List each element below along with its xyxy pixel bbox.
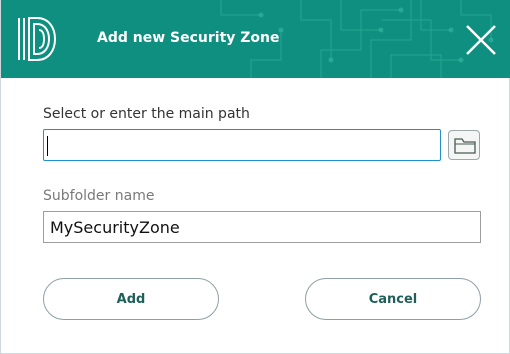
dialog-title: Add new Security Zone [97,30,280,46]
folder-icon [454,138,476,154]
subfolder-name-input[interactable]: MySecurityZone [43,211,481,243]
main-path-label: Select or enter the main path [43,106,250,122]
text-caret [47,136,48,156]
subfolder-name-label: Subfolder name [43,188,155,204]
dialog-titlebar: Add new Security Zone [1,0,510,78]
fingerprint-d-logo-icon [18,17,57,61]
add-button[interactable]: Add [43,278,219,320]
close-button[interactable] [463,22,499,58]
cancel-button[interactable]: Cancel [305,278,481,320]
main-path-input[interactable] [43,129,441,161]
close-icon [466,25,496,55]
browse-folder-button[interactable] [448,130,480,160]
add-security-zone-dialog: Add new Security Zone Select or enter th… [0,0,510,354]
